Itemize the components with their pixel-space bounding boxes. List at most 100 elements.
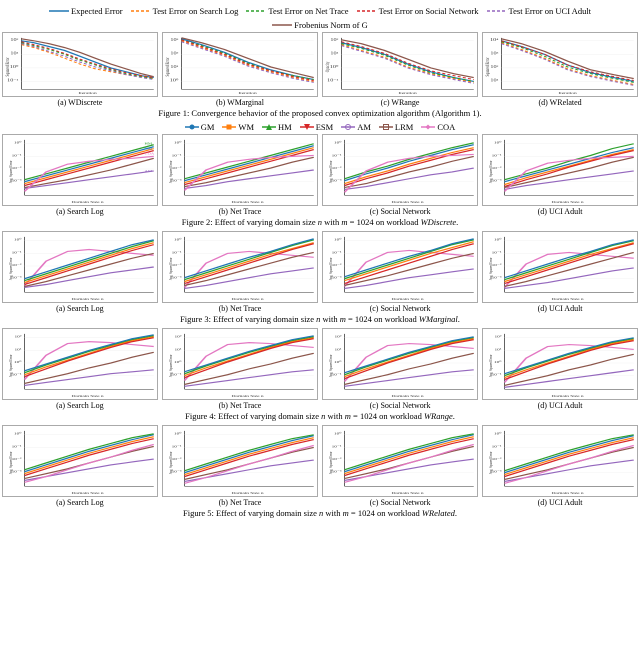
- legend-label: Frobenius Norm of G: [294, 20, 367, 30]
- subfig-label-c: (c) WRange: [322, 98, 478, 107]
- legend-label-wm: WM: [238, 122, 254, 132]
- fig3-row: 10⁰ 10⁻¹ 10⁻² 10⁻³: [2, 231, 638, 313]
- plot-fig2b: 10⁰ 10⁻¹ 10⁻² 10⁻³: [162, 134, 318, 206]
- svg-text:Domain Size n: Domain Size n: [232, 491, 265, 495]
- plot-fig3d: 10⁰ 10⁻¹ 10⁻² 10⁻³: [482, 231, 638, 303]
- fig3-cell-b: 10⁰ 10⁻¹ 10⁻² 10⁻³: [162, 231, 318, 313]
- plot-wrange: 10² 10¹ 10⁰ 10⁻¹ Itera: [322, 32, 478, 97]
- svg-text:Avg. Squared Error: Avg. Squared Error: [9, 354, 14, 377]
- subfig-label-b: (b) WMarginal: [162, 98, 318, 107]
- fig4-cell-b: 10² 10¹ 10⁰ 10⁻¹: [162, 328, 318, 410]
- svg-text:10¹: 10¹: [175, 348, 183, 352]
- legend-lrm: LRM: [379, 122, 413, 132]
- svg-text:10²: 10²: [170, 51, 179, 56]
- svg-text:Avg. Squared Error: Avg. Squared Error: [169, 451, 174, 474]
- fig5-cell-b: 10⁰ 10⁻¹ 10⁻² 10⁻³: [162, 425, 318, 507]
- fig3-cell-a: 10⁰ 10⁻¹ 10⁻² 10⁻³: [2, 231, 158, 313]
- svg-text:10⁻¹: 10⁻¹: [172, 153, 183, 157]
- fig5-subfig-a: (a) Search Log: [2, 498, 158, 507]
- fig3-cell-d: 10⁰ 10⁻¹ 10⁻² 10⁻³: [482, 231, 638, 313]
- fig1-cell-d: 10⁴ 10³ 10² 10¹ Iterat: [482, 32, 638, 107]
- svg-text:10⁻¹: 10⁻¹: [7, 78, 19, 83]
- fig4-subfig-c: (c) Social Network: [322, 401, 478, 410]
- legend-item-frobenius: Frobenius Norm of G: [272, 20, 367, 30]
- fig4-cell-a: 10² 10¹ 10⁰ 10⁻¹: [2, 328, 158, 410]
- svg-text:Avg. Squared Error: Avg. Squared Error: [169, 257, 174, 280]
- svg-text:10⁻¹: 10⁻¹: [172, 445, 183, 449]
- legend-hm: HM: [262, 122, 292, 132]
- svg-text:Avg. Squared Error: Avg. Squared Error: [9, 160, 14, 183]
- svg-text:10²: 10²: [491, 65, 500, 70]
- svg-text:Squared Error: Squared Error: [164, 57, 170, 76]
- svg-text:HM: HM: [145, 143, 153, 146]
- svg-text:10⁴: 10⁴: [490, 38, 499, 43]
- svg-text:10⁻¹: 10⁻¹: [12, 153, 23, 157]
- svg-text:Avg. Squared Error: Avg. Squared Error: [489, 354, 494, 377]
- svg-text:Avg. Squared Error: Avg. Squared Error: [169, 354, 174, 377]
- svg-text:10⁰: 10⁰: [494, 141, 502, 145]
- plot-fig5c: 10⁰ 10⁻¹ 10⁻² 10⁻³: [322, 425, 478, 497]
- figure-container: Expected Error Test Error on Search Log …: [0, 0, 640, 526]
- plot-wrelated: 10⁴ 10³ 10² 10¹ Iterat: [482, 32, 638, 97]
- page: Expected Error Test Error on Search Log …: [0, 0, 640, 656]
- svg-text:Domain Size n: Domain Size n: [392, 394, 425, 398]
- fig4-subfig-b: (b) Net Trace: [162, 401, 318, 410]
- legend-label-hm: HM: [278, 122, 292, 132]
- svg-text:AM: AM: [145, 170, 153, 173]
- svg-text:Squared Error: Squared Error: [4, 57, 10, 76]
- svg-text:10¹: 10¹: [495, 348, 503, 352]
- svg-text:Avg. Squared Error: Avg. Squared Error: [9, 257, 14, 280]
- legend-wm: WM: [222, 122, 254, 132]
- fig3-caption: Figure 3: Effect of varying domain size …: [2, 314, 638, 325]
- svg-text:Domain Size n: Domain Size n: [392, 491, 425, 495]
- fig3-cell-c: 10⁰ 10⁻¹ 10⁻² 10⁻³: [322, 231, 478, 313]
- svg-text:10⁻¹: 10⁻¹: [12, 250, 23, 254]
- svg-text:10⁰: 10⁰: [330, 65, 339, 70]
- legend-label: Expected Error: [71, 6, 123, 16]
- svg-text:10⁰: 10⁰: [174, 360, 182, 364]
- svg-text:10¹: 10¹: [331, 51, 340, 56]
- legend-label-coa: COA: [437, 122, 455, 132]
- fig1-row: 10² 10¹ 10⁰ 10⁻¹: [2, 32, 638, 107]
- svg-text:10⁻¹: 10⁻¹: [332, 445, 343, 449]
- plot-fig4c: 10² 10¹ 10⁰ 10⁻¹: [322, 328, 478, 400]
- legend-label-am: AM: [357, 122, 371, 132]
- svg-text:Domain Size n: Domain Size n: [552, 297, 585, 301]
- fig5-row: 10⁰ 10⁻¹ 10⁻² 10⁻³: [2, 425, 638, 507]
- svg-text:10⁰: 10⁰: [334, 141, 342, 145]
- fig2-cell-d: 10⁰ 10⁻¹ 10⁻² 10⁻³: [482, 134, 638, 216]
- svg-text:10⁰: 10⁰: [174, 141, 182, 145]
- subfig-label-a: (a) WDiscrete: [2, 98, 158, 107]
- fig1-caption: Figure 1: Convergence behavior of the pr…: [2, 108, 638, 119]
- legend-esm: ESM: [300, 122, 333, 132]
- plot-fig2d: 10⁰ 10⁻¹ 10⁻² 10⁻³: [482, 134, 638, 206]
- svg-text:Domain Size n: Domain Size n: [72, 491, 105, 495]
- legend-coa: COA: [421, 122, 455, 132]
- plot-fig4d: 10² 10¹ 10⁰ 10⁻¹: [482, 328, 638, 400]
- plot-fig3a: 10⁰ 10⁻¹ 10⁻² 10⁻³: [2, 231, 158, 303]
- fig1-cell-a: 10² 10¹ 10⁰ 10⁻¹: [2, 32, 158, 107]
- svg-text:Opacity: Opacity: [324, 61, 330, 72]
- svg-text:Avg. Squared Error: Avg. Squared Error: [489, 451, 494, 474]
- legend-label: Test Error on UCI Adult: [509, 6, 592, 16]
- svg-text:10⁻¹: 10⁻¹: [332, 250, 343, 254]
- fig1-legend: Expected Error Test Error on Search Log …: [2, 6, 638, 30]
- fig4-cell-d: 10² 10¹ 10⁰ 10⁻¹: [482, 328, 638, 410]
- svg-text:10⁰: 10⁰: [494, 360, 502, 364]
- svg-text:10¹: 10¹: [14, 348, 22, 352]
- svg-text:Domain Size n: Domain Size n: [72, 394, 105, 398]
- fig4-row: 10² 10¹ 10⁰ 10⁻¹: [2, 328, 638, 410]
- svg-text:Domain Size n: Domain Size n: [552, 491, 585, 495]
- svg-text:10⁰: 10⁰: [14, 238, 22, 242]
- legend-label-gm: GM: [201, 122, 215, 132]
- fig2-subfig-d: (d) UCI Adult: [482, 207, 638, 216]
- svg-text:10⁰: 10⁰: [170, 78, 179, 83]
- fig4-subfig-d: (d) UCI Adult: [482, 401, 638, 410]
- svg-text:Domain Size n: Domain Size n: [72, 200, 105, 204]
- svg-text:Avg. Squared Error: Avg. Squared Error: [329, 451, 334, 474]
- svg-text:Domain Size n: Domain Size n: [232, 394, 265, 398]
- svg-text:Domain Size n: Domain Size n: [552, 394, 585, 398]
- fig4-subfig-a: (a) Search Log: [2, 401, 158, 410]
- plot-wdiscrete: 10² 10¹ 10⁰ 10⁻¹: [2, 32, 158, 97]
- plot-fig4b: 10² 10¹ 10⁰ 10⁻¹: [162, 328, 318, 400]
